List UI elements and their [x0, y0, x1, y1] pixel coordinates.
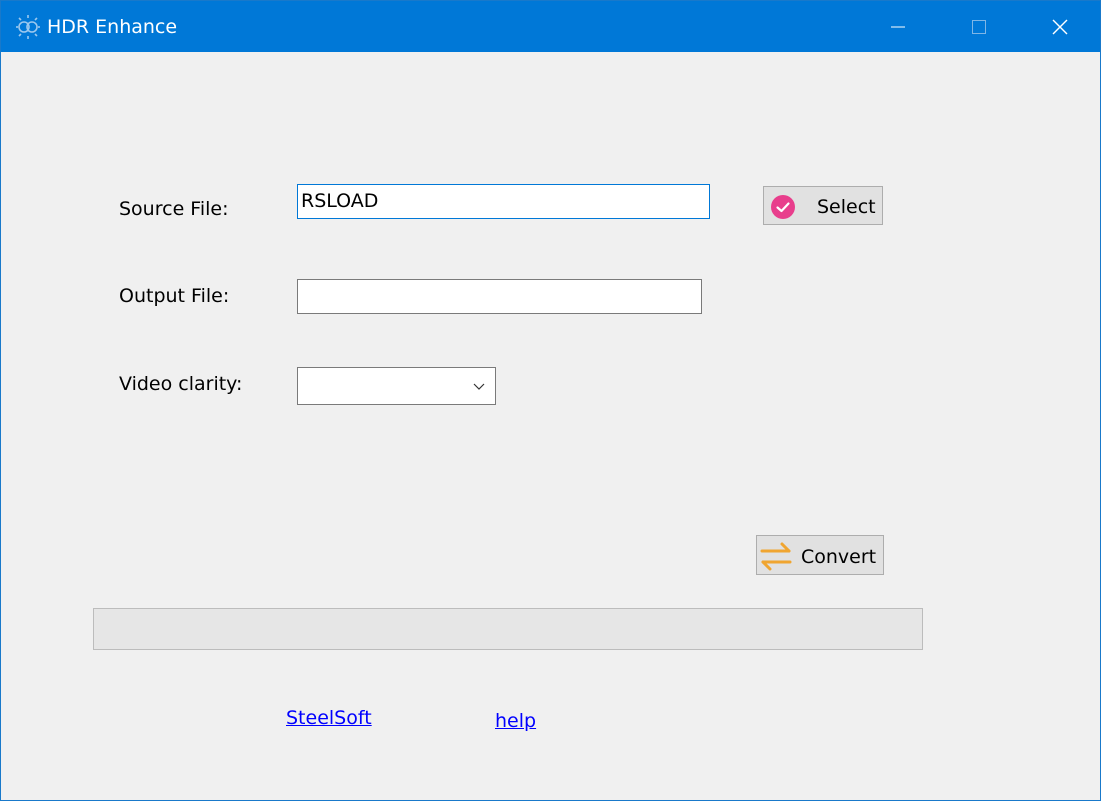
minimize-icon — [891, 26, 905, 27]
help-link[interactable]: help — [495, 709, 536, 733]
window-title: HDR Enhance — [47, 16, 178, 38]
select-button-label: Select — [817, 196, 876, 218]
output-file-label: Output File: — [119, 285, 230, 307]
maximize-button[interactable] — [939, 1, 1019, 52]
app-window: HDR Enhance Source File: RSLOAD Select O… — [0, 0, 1101, 801]
output-file-input[interactable] — [297, 279, 702, 314]
convert-button[interactable]: Convert — [756, 535, 884, 575]
minimize-button[interactable] — [858, 1, 938, 52]
close-icon — [1052, 19, 1068, 34]
swap-arrows-icon — [760, 542, 792, 571]
close-button[interactable] — [1020, 1, 1100, 52]
source-file-input[interactable]: RSLOAD — [297, 184, 710, 219]
video-clarity-select[interactable] — [297, 367, 496, 405]
title-bar[interactable]: HDR Enhance — [1, 1, 1100, 52]
check-circle-icon — [771, 195, 795, 219]
hdr-app-icon — [16, 15, 40, 39]
source-file-label: Source File: — [119, 198, 229, 220]
chevron-down-icon — [473, 383, 485, 390]
select-button[interactable]: Select — [763, 186, 883, 225]
conversion-progress-bar — [93, 608, 923, 650]
convert-button-label: Convert — [801, 546, 877, 568]
maximize-icon — [972, 19, 986, 34]
video-clarity-label: Video clarity: — [119, 373, 243, 395]
steelsoft-link[interactable]: SteelSoft — [286, 706, 372, 730]
